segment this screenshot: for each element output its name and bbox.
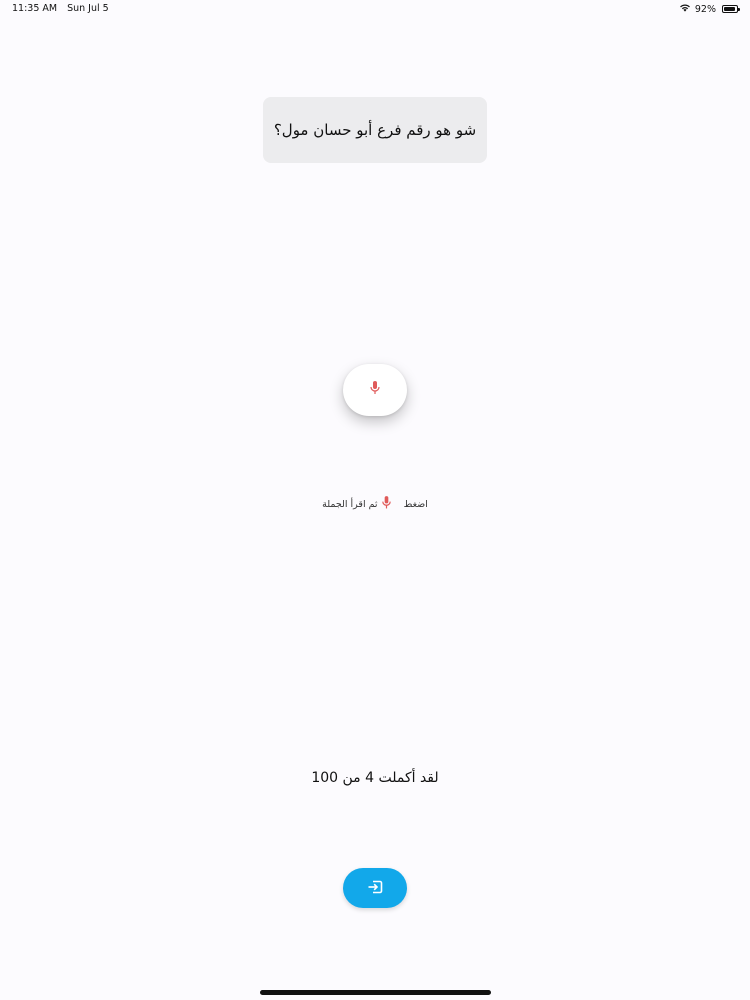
instruction-then-read: ثم اقرأ الجملة — [322, 498, 378, 510]
progress-text: لقد أكملت 4 من 100 — [311, 770, 439, 786]
instruction: اضغط ثم اقرأ الجملة — [0, 495, 750, 513]
sentence-text: شو هو رقم فرع أبو حسان مول؟ — [273, 121, 477, 139]
status-bar: 11:35 AM Sun Jul 5 92% — [0, 0, 750, 18]
battery-fill — [724, 7, 735, 11]
sentence-card: شو هو رقم فرع أبو حسان مول؟ — [263, 97, 487, 163]
microphone-icon — [369, 380, 381, 400]
sign-in-icon — [367, 879, 383, 898]
status-time: 11:35 AM — [12, 3, 58, 14]
sign-in-button[interactable] — [343, 868, 407, 908]
status-date: Sun Jul 5 — [67, 3, 109, 14]
status-right: 92% — [679, 3, 740, 15]
battery-icon — [722, 5, 740, 13]
record-button[interactable] — [343, 364, 407, 416]
battery-nub — [738, 8, 740, 11]
wifi-icon — [679, 3, 691, 15]
status-left: 11:35 AM Sun Jul 5 — [12, 3, 109, 14]
battery-percent: 92% — [694, 3, 716, 15]
home-indicator[interactable] — [260, 990, 491, 995]
instruction-press: اضغط — [403, 498, 428, 510]
microphone-icon — [381, 495, 392, 513]
app-screen: 11:35 AM Sun Jul 5 92% شو هو رقم فرع أبو… — [0, 0, 750, 1000]
